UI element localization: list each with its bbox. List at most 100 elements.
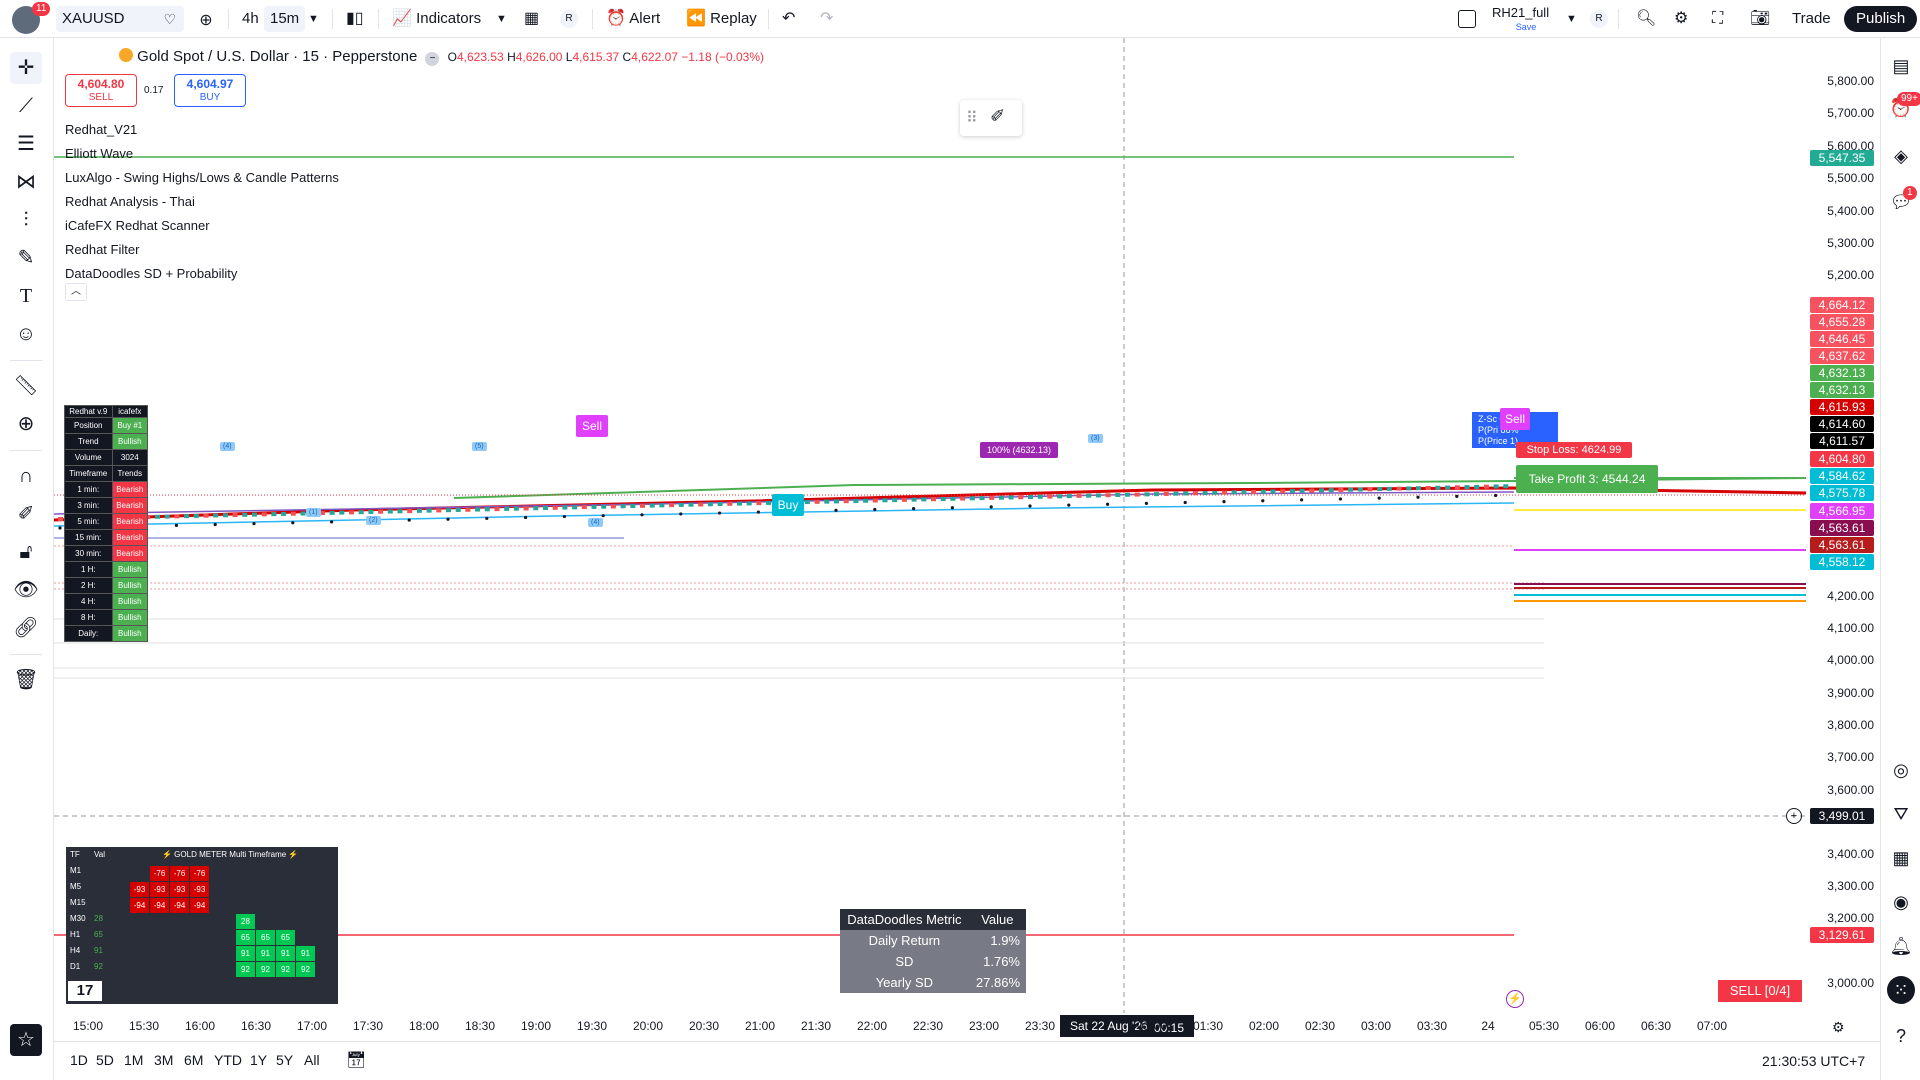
indicators-button[interactable]: 📈 Indicators	[386, 6, 487, 32]
select-checkbox[interactable]	[1452, 6, 1482, 32]
apps-grid-icon[interactable]: ⁙	[1887, 976, 1915, 1004]
candle	[1396, 486, 1402, 491]
lock-icon[interactable]: 🔓︎	[10, 536, 42, 568]
floating-drawing-toolbar[interactable]: ⠿ ✐	[960, 100, 1022, 136]
calendar-icon[interactable]: ▦	[1887, 844, 1915, 872]
bell-icon[interactable]: 🔔︎	[1887, 932, 1915, 960]
layout-name-button[interactable]: RH21_full Save	[1486, 6, 1566, 33]
drag-handle-icon[interactable]: ⠿	[966, 108, 978, 128]
r-button-2[interactable]: R	[1584, 6, 1614, 32]
candle	[969, 496, 975, 501]
trash-icon[interactable]: 🗑︎	[10, 664, 42, 696]
snapshot-button[interactable]: 📷︎	[1744, 6, 1776, 32]
fib-icon[interactable]: ☰	[10, 128, 42, 160]
collapse-legend-button[interactable]: ︿	[65, 283, 87, 301]
compare-button[interactable]: ⊕	[192, 6, 220, 32]
range-button-1y[interactable]: 1Y	[250, 1052, 267, 1068]
link-icon[interactable]: 🔗︎	[10, 612, 42, 644]
publish-button[interactable]: Publish	[1844, 6, 1918, 32]
sell-order-button[interactable]: 4,604.80 SELL	[65, 74, 137, 107]
settings-button[interactable]: ⚙	[1668, 6, 1694, 32]
target-icon[interactable]: ◎	[1887, 756, 1915, 784]
range-button-5y[interactable]: 5Y	[276, 1052, 293, 1068]
candle	[475, 507, 481, 512]
candle	[1309, 488, 1315, 493]
chart-pane[interactable]: Gold Spot / U.S. Dollar · 15 · Peppersto…	[54, 38, 1806, 1013]
signal-dot	[252, 522, 256, 526]
range-button-5d[interactable]: 5D	[96, 1052, 114, 1068]
indicator-legend-item[interactable]: LuxAlgo - Swing Highs/Lows & Candle Patt…	[65, 170, 339, 185]
settings-wheel-icon[interactable]: ⚙	[1832, 1019, 1845, 1036]
price-axis[interactable]: 5,800.00 5,700.00 5,600.00 5,500.00 5,400.00…	[1806, 38, 1880, 1013]
ideas-icon[interactable]: ⛛	[1887, 800, 1915, 828]
r-button[interactable]: R	[554, 6, 584, 32]
layouts-button[interactable]: ▦	[518, 6, 545, 32]
pencil-lock-icon[interactable]: ✐	[10, 498, 42, 530]
symbol-search-button[interactable]: XAUUSD ♡	[56, 6, 184, 32]
range-button-ytd[interactable]: YTD	[214, 1052, 242, 1068]
symbol-legend[interactable]: Gold Spot / U.S. Dollar · 15 · Peppersto…	[119, 48, 764, 66]
pattern-icon[interactable]: ⋈	[10, 166, 42, 198]
buy-order-button[interactable]: 4,604.97 BUY	[174, 74, 246, 107]
interval-15m[interactable]: 15m	[264, 6, 306, 32]
candle	[727, 501, 733, 506]
layout-dropdown[interactable]: ▼	[1560, 6, 1583, 32]
magnet-icon[interactable]: ∩	[10, 460, 42, 492]
star-icon[interactable]: ☆	[10, 1024, 42, 1056]
eraser-icon[interactable]: ✐	[990, 106, 1005, 127]
ruler-icon[interactable]: 📏︎	[10, 370, 42, 402]
text-icon[interactable]: T	[10, 280, 42, 312]
indicator-legend-item[interactable]: Redhat Filter	[65, 242, 139, 257]
range-button-3m[interactable]: 3M	[154, 1052, 173, 1068]
calendar-icon[interactable]: 📅︎	[346, 1050, 366, 1070]
crosshair-icon[interactable]: ✛	[10, 52, 42, 84]
range-button-1d[interactable]: 1D	[70, 1052, 88, 1068]
quick-search-button[interactable]: 🔍︎	[1630, 6, 1662, 32]
signal-dot	[174, 523, 178, 527]
chart-type-button[interactable]: ▮▯	[340, 6, 370, 32]
signal-dot	[1067, 503, 1071, 507]
emoji-icon[interactable]: ☺	[10, 318, 42, 350]
interval-4h[interactable]: 4h	[236, 6, 265, 32]
lightning-icon[interactable]: ⚡	[1506, 990, 1524, 1008]
range-button-1m[interactable]: 1M	[124, 1052, 143, 1068]
replay-button[interactable]: ⏪ Replay	[680, 6, 763, 32]
redo-button[interactable]: ↷	[814, 6, 839, 32]
heart-icon[interactable]: ♡	[163, 6, 176, 32]
fullscreen-button[interactable]: ⛶	[1706, 6, 1729, 32]
undo-button[interactable]: ↶	[776, 6, 801, 32]
candle	[1076, 493, 1082, 498]
trend-line-icon[interactable]: ⟋	[10, 90, 42, 122]
clock-label[interactable]: 21:30:53 UTC+7	[1762, 1053, 1865, 1069]
layers-icon[interactable]: ◈	[1887, 142, 1915, 170]
watchlist-icon[interactable]: ▤	[1887, 52, 1915, 80]
indicator-legend-item[interactable]: Elliott Wave	[65, 146, 133, 161]
range-button-6m[interactable]: 6M	[184, 1052, 203, 1068]
eye-icon[interactable]: 👁︎	[10, 574, 42, 606]
stream-icon[interactable]: ◉	[1887, 888, 1915, 916]
zoom-in-icon[interactable]: ⊕	[10, 408, 42, 440]
candle	[979, 496, 985, 501]
gold-meter-cell: -76	[190, 866, 209, 881]
o-value: 4,623.53	[457, 50, 504, 64]
candle	[756, 501, 762, 506]
indicator-legend-item[interactable]: Redhat Analysis - Thai	[65, 194, 195, 209]
indicator-legend-item[interactable]: DataDoodles SD + Probability	[65, 266, 237, 281]
brush-icon[interactable]: ✎	[10, 242, 42, 274]
chevron-down-icon: ▼	[1566, 13, 1577, 25]
interval-dropdown[interactable]: ▼	[302, 6, 325, 32]
forecast-icon[interactable]: ⫶	[10, 204, 42, 236]
indicator-legend-item[interactable]: iCafeFX Redhat Scanner	[65, 218, 210, 233]
price-label: 4,000.00	[1827, 653, 1874, 667]
alert-button[interactable]: ⏰ Alert	[600, 6, 666, 32]
signal-dot	[756, 510, 761, 514]
add-alert-icon[interactable]: +	[1786, 808, 1802, 824]
minus-icon[interactable]: −	[425, 52, 440, 66]
indicator-legend-item[interactable]: Redhat_V21	[65, 122, 137, 137]
trade-button[interactable]: Trade	[1782, 6, 1841, 32]
help-icon[interactable]: ?	[1887, 1022, 1915, 1050]
time-axis[interactable]: Sat 22 Aug '26 ⚙ 15:00 15:30 16:00 16:30 17:…	[54, 1013, 1845, 1041]
signal-dot	[485, 516, 489, 520]
indicators-dropdown[interactable]: ▼	[490, 6, 513, 32]
range-button-all[interactable]: All	[304, 1052, 320, 1068]
